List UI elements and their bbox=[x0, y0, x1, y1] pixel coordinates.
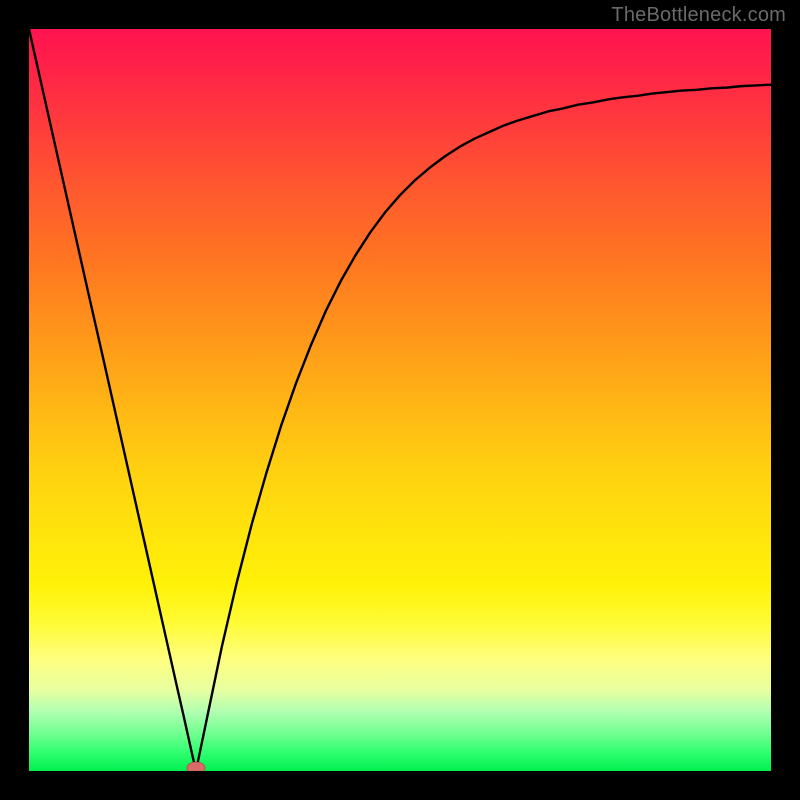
chart-frame: TheBottleneck.com bbox=[0, 0, 800, 800]
bottleneck-curve bbox=[29, 29, 771, 771]
watermark-text: TheBottleneck.com bbox=[611, 4, 786, 27]
curve-overlay bbox=[29, 29, 771, 771]
plot-area bbox=[29, 29, 771, 771]
minimum-marker bbox=[187, 762, 205, 771]
